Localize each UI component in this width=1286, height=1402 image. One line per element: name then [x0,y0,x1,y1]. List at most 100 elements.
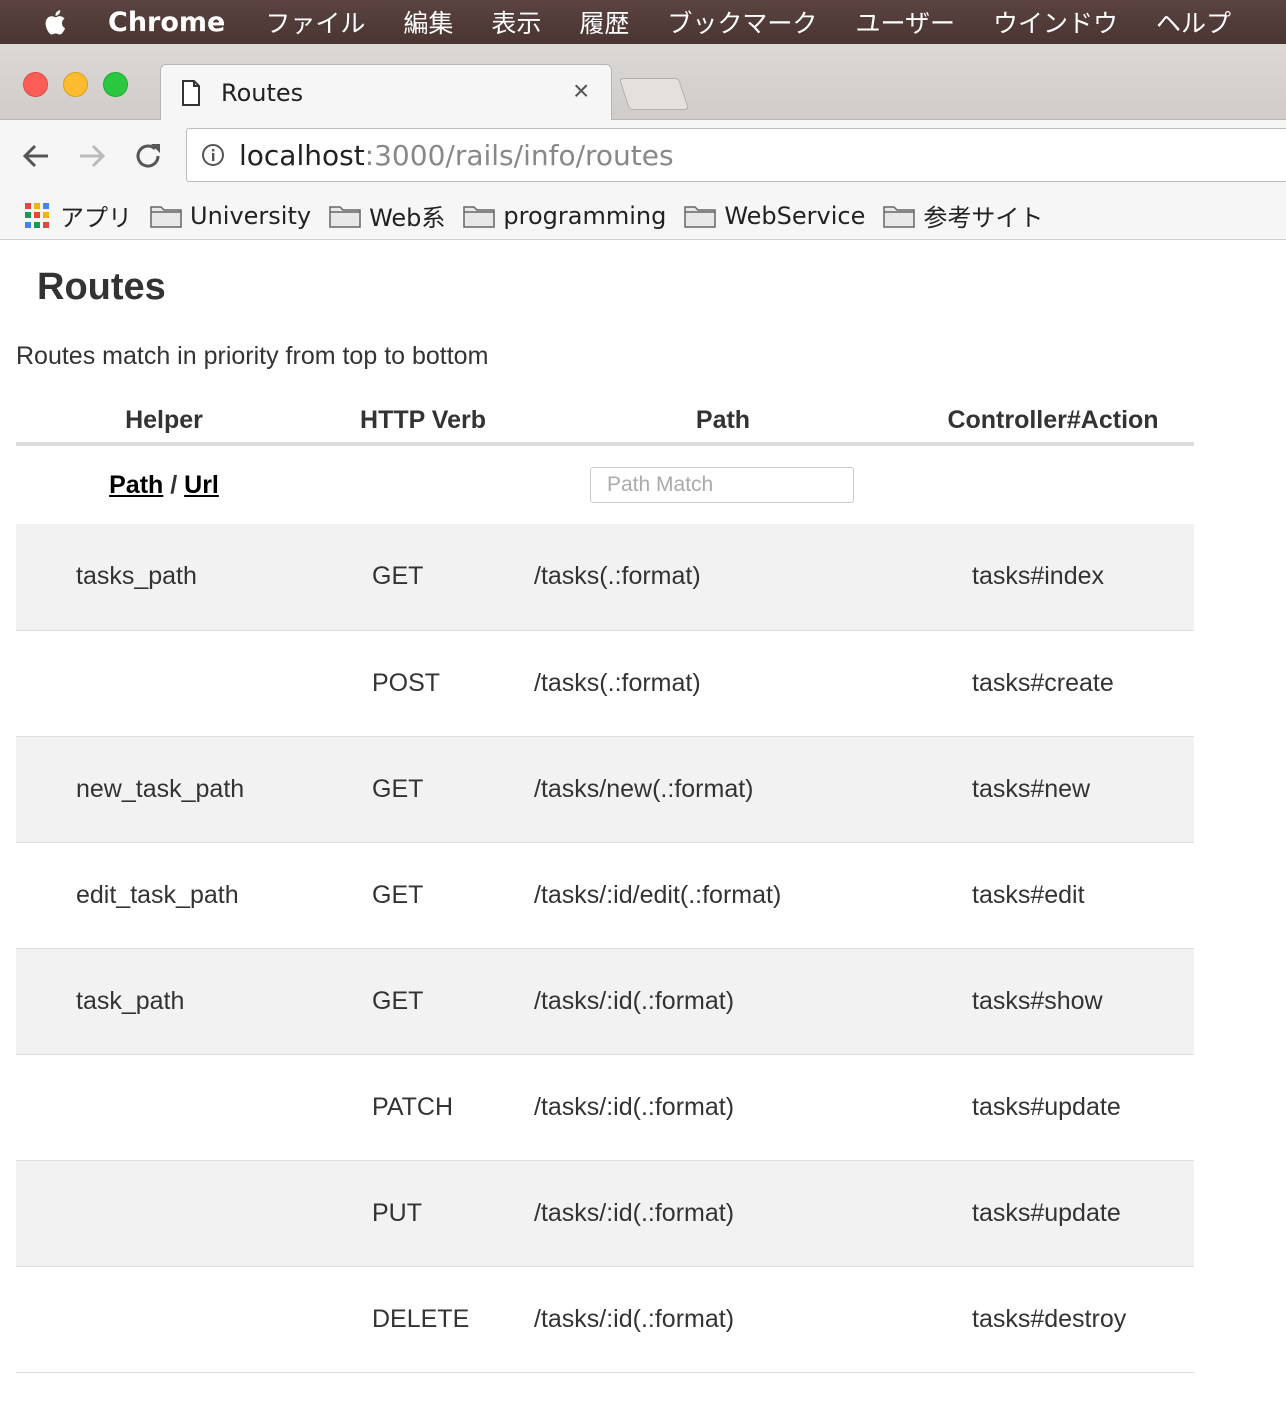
url-host: localhost [239,139,365,172]
header-http-verb: HTTP Verb [312,398,534,446]
bookmark-folder-label: University [190,201,312,230]
controller-action-cell: tasks#new [912,736,1194,843]
menu-user[interactable]: ユーザー [855,4,955,40]
helper-cell [16,1160,312,1267]
path-url-toggle: Path / Url [16,444,312,524]
menu-view[interactable]: 表示 [491,4,541,40]
apple-icon[interactable] [44,9,66,35]
tab-strip: Routes × [0,44,1286,121]
path-cell: /tasks(.:format) [534,630,912,737]
table-row: new_task_path GET/tasks/new(.:format) task… [16,736,1194,843]
controller-action-cell: tasks#destroy [912,1266,1194,1373]
table-row: POST/tasks(.:format) tasks#create [16,630,1194,737]
controller-action-cell: tasks#index [912,524,1194,631]
table-row: tasks_path GET/tasks(.:format) tasks#index [16,524,1194,631]
helper-cell: edit_task_path [16,842,312,949]
helper-cell: new_task_path [16,736,312,843]
url-link[interactable]: Url [184,471,219,499]
http-verb-cell: DELETE [312,1266,534,1373]
http-verb-cell: POST [312,630,534,737]
back-arrow-icon[interactable] [20,140,52,172]
menu-edit[interactable]: 編集 [403,4,453,40]
tab-title: Routes [221,79,304,107]
folder-icon [684,205,717,228]
page-title: Routes [37,266,166,308]
controller-action-cell: tasks#create [912,630,1194,737]
browser-toolbar: localhost:3000/rails/info/routes [0,120,1286,192]
bookmark-folder-reference[interactable]: 参考サイト [883,198,1043,233]
routes-table: Helper HTTP Verb Path Controller#Action … [16,398,1194,1373]
menu-file[interactable]: ファイル [265,4,365,40]
url-path: :3000/rails/info/routes [364,139,674,172]
helper-cell [16,1054,312,1161]
menu-help[interactable]: ヘルプ [1156,4,1231,40]
path-cell: /tasks/new(.:format) [534,736,912,843]
controller-action-cell: tasks#edit [912,842,1194,949]
address-bar[interactable]: localhost:3000/rails/info/routes [186,128,1286,182]
bookmark-folder-label: WebService [724,201,866,230]
path-cell: /tasks/:id(.:format) [534,948,912,1055]
table-row: PATCH/tasks/:id(.:format) tasks#update [16,1054,1194,1161]
http-verb-cell: PATCH [312,1054,534,1161]
header-helper: Helper [16,398,312,446]
table-row: PUT/tasks/:id(.:format) tasks#update [16,1160,1194,1267]
header-controller-action: Controller#Action [912,398,1194,446]
path-cell: /tasks(.:format) [534,524,912,631]
table-row: edit_task_path GET/tasks/:id/edit(.:forma… [16,842,1194,949]
folder-icon [883,205,916,228]
path-cell: /tasks/:id(.:format) [534,1266,912,1373]
menu-history[interactable]: 履歴 [579,4,629,40]
filter-path-cell [534,444,912,524]
path-match-input[interactable] [590,467,854,503]
bookmark-folder-programming[interactable]: programming [463,202,666,230]
menu-app-name[interactable]: Chrome [108,7,225,38]
header-path: Path [534,398,912,446]
helper-cell: task_path [16,948,312,1055]
bookmark-folder-label: 参考サイト [923,204,1044,232]
minimize-window-button[interactable] [63,72,88,97]
info-icon[interactable] [201,143,225,167]
url-text[interactable]: localhost:3000/rails/info/routes [239,139,674,172]
folder-icon [150,205,182,228]
controller-action-cell: tasks#update [912,1054,1194,1161]
close-window-button[interactable] [23,72,48,97]
bookmark-folder-university[interactable]: University [150,202,311,230]
path-cell: /tasks/:id/edit(.:format) [534,842,912,949]
reload-icon[interactable] [132,140,164,172]
path-cell: /tasks/:id(.:format) [534,1160,912,1267]
bookmarks-bar: アプリ University Web系 programming WebServi… [0,192,1286,240]
http-verb-cell: GET [312,736,534,843]
controller-action-cell: tasks#show [912,948,1194,1055]
apps-grid-icon [24,202,52,230]
filter-verb-cell [312,444,534,524]
bookmark-folder-label: Web系 [369,204,446,232]
close-tab-icon[interactable]: × [573,77,589,105]
bookmark-folder-webservice[interactable]: WebService [684,202,865,230]
document-icon [182,80,200,106]
helper-cell: tasks_path [16,524,312,631]
http-verb-cell: GET [312,842,534,949]
filter-row: Path / Url [16,444,1194,524]
menu-bar: Chrome ファイル 編集 表示 履歴 ブックマーク ユーザー ウインドウ ヘ… [0,0,1286,44]
helper-cell [16,1266,312,1373]
http-verb-cell: PUT [312,1160,534,1267]
page-description: Routes match in priority from top to bot… [16,342,489,370]
path-url-separator: / [163,470,185,499]
zoom-window-button[interactable] [103,72,128,97]
menu-bookmarks[interactable]: ブックマーク [667,4,817,40]
bookmark-apps[interactable]: アプリ [24,198,132,233]
http-verb-cell: GET [312,524,534,631]
tab-routes[interactable]: Routes × [160,64,612,121]
folder-icon [463,205,496,228]
bookmark-folder-web[interactable]: Web系 [329,198,445,233]
path-link[interactable]: Path [109,471,163,499]
forward-arrow-icon[interactable] [76,140,108,172]
table-row: DELETE/tasks/:id(.:format) tasks#destroy [16,1266,1194,1373]
bookmark-folder-label: programming [503,201,667,230]
new-tab-button[interactable] [618,78,690,110]
http-verb-cell: GET [312,948,534,1055]
menu-window[interactable]: ウインドウ [993,4,1118,40]
path-cell: /tasks/:id(.:format) [534,1054,912,1161]
filter-controller-cell [912,444,1194,524]
folder-icon [329,205,361,228]
